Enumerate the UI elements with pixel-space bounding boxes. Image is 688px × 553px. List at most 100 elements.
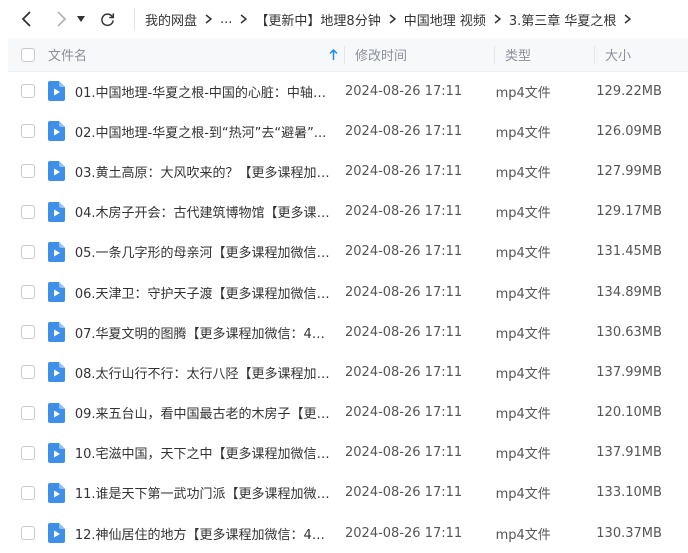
column-header-size[interactable]: 大小 [594,45,688,64]
breadcrumb-item-ellipsis[interactable]: ... [220,12,232,27]
file-name: 08.太行山行不行：太行八陉【更多课程加微... [74,366,333,382]
breadcrumb-item-video-folder[interactable]: 中国地理 视频 [404,10,486,29]
refresh-button[interactable] [94,0,120,38]
file-row[interactable]: 01.中国地理-华夏之根-中国的心脏：中轴线与... 2024-08-26 17:… [8,71,688,111]
file-row[interactable]: 12.神仙居住的地方【更多课程加微信：4126... 2024-08-26 17:… [8,513,688,553]
column-header-name-label: 文件名 [48,49,88,64]
history-dropdown-button[interactable] [74,0,88,38]
file-date: 2024-08-26 17:11 [345,364,463,380]
file-checkbox[interactable] [20,445,35,460]
file-size: 130.63MB [596,324,662,340]
sort-ascending-icon[interactable] [329,48,338,61]
file-size: 133.10MB [596,485,662,501]
file-date: 2024-08-26 17:11 [345,485,463,501]
file-size: 134.89MB [596,284,662,300]
file-row[interactable]: 08.太行山行不行：太行八陉【更多课程加微... 2024-08-26 17:11… [8,352,688,392]
breadcrumb-separator-icon [624,14,632,24]
file-checkbox[interactable] [20,204,35,219]
file-checkbox-cell [8,445,48,460]
file-row[interactable]: 07.华夏文明的图腾【更多课程加微信：4126... 2024-08-26 17:… [8,312,688,352]
file-checkbox-cell [8,405,48,420]
file-checkbox[interactable] [20,244,35,259]
column-header-type[interactable]: 类型 [494,45,594,64]
file-name-cell[interactable]: 03.黄土高原：大风吹来的？【更多课程加微... [47,161,343,182]
file-row[interactable]: 10.宅滋中国，天下之中【更多课程加微信：4... 2024-08-26 17:1… [8,433,688,473]
file-type: mp4文件 [495,447,551,463]
toolbar-divider [134,8,135,30]
file-checkbox-cell [8,365,48,380]
file-size: 137.91MB [596,445,662,461]
file-name-cell[interactable]: 05.一条几字形的母亲河【更多课程加微信：4... [47,241,343,262]
file-checkbox-cell [8,526,48,541]
file-row[interactable]: 02.中国地理-华夏之根-到“热河”去“避暑”... 2024-08-26 17:… [8,111,688,151]
file-checkbox[interactable] [20,164,35,179]
file-checkbox[interactable] [20,285,35,300]
column-header-type-label: 类型 [505,49,532,64]
file-date: 2024-08-26 17:11 [345,163,463,179]
video-file-icon [47,161,65,182]
file-name-cell[interactable]: 04.木房子开会：古代建筑博物馆【更多课程... [47,201,343,222]
file-name-cell[interactable]: 12.神仙居住的地方【更多课程加微信：4126... [47,523,343,544]
toolbar: 我的网盘 ... 【更新中】地理8分钟 中国地理 视频 3.第三章 华夏之根 [0,0,688,38]
video-file-icon [47,81,65,102]
file-checkbox[interactable] [20,405,35,420]
file-type: mp4文件 [495,85,551,101]
file-name-cell[interactable]: 06.天津卫：守护天子渡【更多课程加微信：4... [47,282,343,303]
caret-down-icon [77,16,85,22]
file-checkbox-cell [8,84,48,99]
file-checkbox-cell [8,164,48,179]
file-checkbox-cell [8,204,48,219]
video-file-icon [47,362,65,383]
file-list-header: 文件名 修改时间 类型 大小 [8,38,688,72]
file-checkbox-cell [8,244,48,259]
video-file-icon [47,402,65,423]
column-header-date[interactable]: 修改时间 [344,45,494,64]
file-row[interactable]: 04.木房子开会：古代建筑博物馆【更多课程... 2024-08-26 17:11… [8,192,688,232]
breadcrumb: 我的网盘 ... 【更新中】地理8分钟 中国地理 视频 3.第三章 华夏之根 [145,10,639,29]
file-name: 07.华夏文明的图腾【更多课程加微信：4126... [74,326,333,342]
file-row[interactable]: 03.黄土高原：大风吹来的？【更多课程加微... 2024-08-26 17:11… [8,151,688,191]
file-checkbox[interactable] [20,526,35,541]
file-checkbox-cell [8,485,48,500]
file-name-cell[interactable]: 08.太行山行不行：太行八陉【更多课程加微... [47,362,343,383]
breadcrumb-separator-icon [389,14,396,24]
forward-button[interactable] [48,0,74,38]
file-checkbox[interactable] [20,485,35,500]
file-date: 2024-08-26 17:11 [345,405,463,421]
file-checkbox-cell [8,325,48,340]
file-checkbox[interactable] [20,365,35,380]
file-name-cell[interactable]: 02.中国地理-华夏之根-到“热河”去“避暑”... [47,121,343,142]
file-name-cell[interactable]: 11.谁是天下第一武功门派【更多课程加微信... [47,482,343,503]
file-row[interactable]: 06.天津卫：守护天子渡【更多课程加微信：4... 2024-08-26 17:1… [8,272,688,312]
file-checkbox-cell [8,285,48,300]
file-row[interactable]: 05.一条几字形的母亲河【更多课程加微信：4... 2024-08-26 17:1… [8,232,688,272]
file-name-cell[interactable]: 10.宅滋中国，天下之中【更多课程加微信：4... [47,442,343,463]
file-size: 120.10MB [596,405,662,421]
file-name: 11.谁是天下第一武功门派【更多课程加微信... [74,487,333,503]
breadcrumb-item-course[interactable]: 【更新中】地理8分钟 [255,10,380,29]
file-type: mp4文件 [495,487,551,503]
file-checkbox[interactable] [20,124,35,139]
breadcrumb-item-my-disk[interactable]: 我的网盘 [145,10,197,29]
file-row[interactable]: 11.谁是天下第一武功门派【更多课程加微信... 2024-08-26 17:11… [8,473,688,513]
file-name-cell[interactable]: 07.华夏文明的图腾【更多课程加微信：4126... [47,322,343,343]
column-header-name[interactable]: 文件名 [48,45,344,64]
file-type: mp4文件 [495,407,551,423]
breadcrumb-item-current-folder[interactable]: 3.第三章 华夏之根 [509,10,617,29]
chevron-left-icon [21,11,31,27]
file-size: 131.45MB [596,244,662,260]
file-row[interactable]: 09.来五台山，看中国最古老的木房子【更多... 2024-08-26 17:11… [8,393,688,433]
file-name-cell[interactable]: 01.中国地理-华夏之根-中国的心脏：中轴线与... [47,81,343,102]
video-file-icon [47,523,65,544]
select-all-checkbox[interactable] [21,47,35,62]
video-file-icon [47,442,65,463]
file-checkbox[interactable] [20,325,35,340]
video-file-icon [47,482,65,503]
file-name-cell[interactable]: 09.来五台山，看中国最古老的木房子【更多... [47,402,343,423]
file-type: mp4文件 [495,125,551,141]
file-name: 05.一条几字形的母亲河【更多课程加微信：4... [74,246,333,262]
file-date: 2024-08-26 17:11 [345,445,463,461]
back-button[interactable] [14,0,40,38]
file-checkbox[interactable] [20,84,35,99]
file-size: 130.37MB [596,525,662,541]
